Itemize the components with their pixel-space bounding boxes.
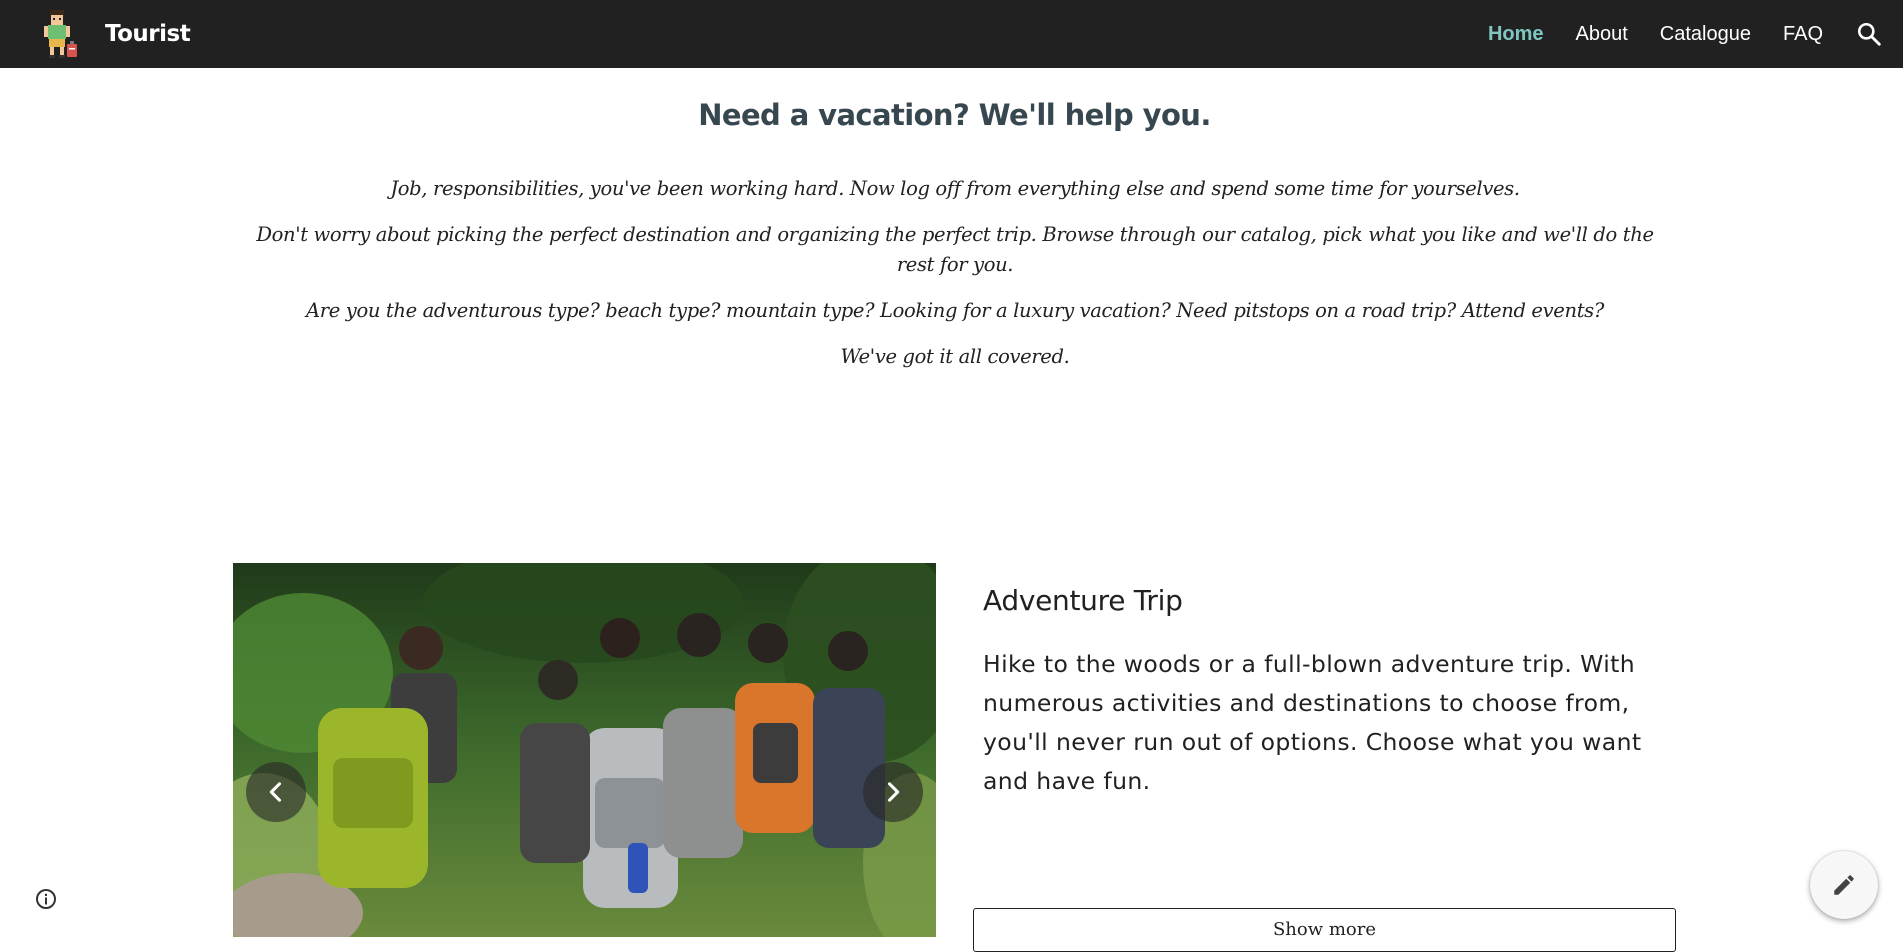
carousel-next-button[interactable] <box>863 762 923 822</box>
nav-faq[interactable]: FAQ <box>1783 23 1823 46</box>
nav-home[interactable]: Home <box>1488 23 1544 46</box>
feature-title: Adventure Trip <box>983 584 1183 617</box>
chevron-right-icon <box>887 782 900 802</box>
info-icon[interactable] <box>34 887 58 911</box>
tourist-logo-icon[interactable] <box>38 8 80 60</box>
chevron-left-icon <box>269 782 282 802</box>
intro-text: Job, responsibilities, you've been worki… <box>255 174 1655 388</box>
nav-catalogue[interactable]: Catalogue <box>1660 23 1751 46</box>
intro-paragraph: We've got it all covered. <box>840 345 1070 368</box>
intro-heading: Need a vacation? We'll help you. <box>698 98 1211 132</box>
top-app-bar: Tourist Home About Catalogue FAQ <box>0 0 1903 68</box>
image-carousel[interactable] <box>233 563 936 937</box>
intro-paragraph: Job, responsibilities, you've been worki… <box>390 177 1520 200</box>
search-icon[interactable] <box>1855 20 1883 48</box>
nav-about[interactable]: About <box>1576 23 1628 46</box>
hikers-photo <box>233 563 936 937</box>
carousel-prev-button[interactable] <box>246 762 306 822</box>
intro-paragraph: Are you the adventurous type? beach type… <box>306 299 1604 322</box>
pencil-icon <box>1834 875 1854 895</box>
site-title[interactable]: Tourist <box>105 0 191 68</box>
show-more-button[interactable]: Show more <box>973 908 1676 952</box>
intro-paragraph: Don't worry about picking the perfect de… <box>256 223 1654 276</box>
feature-description: Hike to the woods or a full-blown advent… <box>983 650 1642 795</box>
edit-button[interactable] <box>1810 851 1878 919</box>
main-navigation: Home About Catalogue FAQ <box>1488 0 1903 68</box>
